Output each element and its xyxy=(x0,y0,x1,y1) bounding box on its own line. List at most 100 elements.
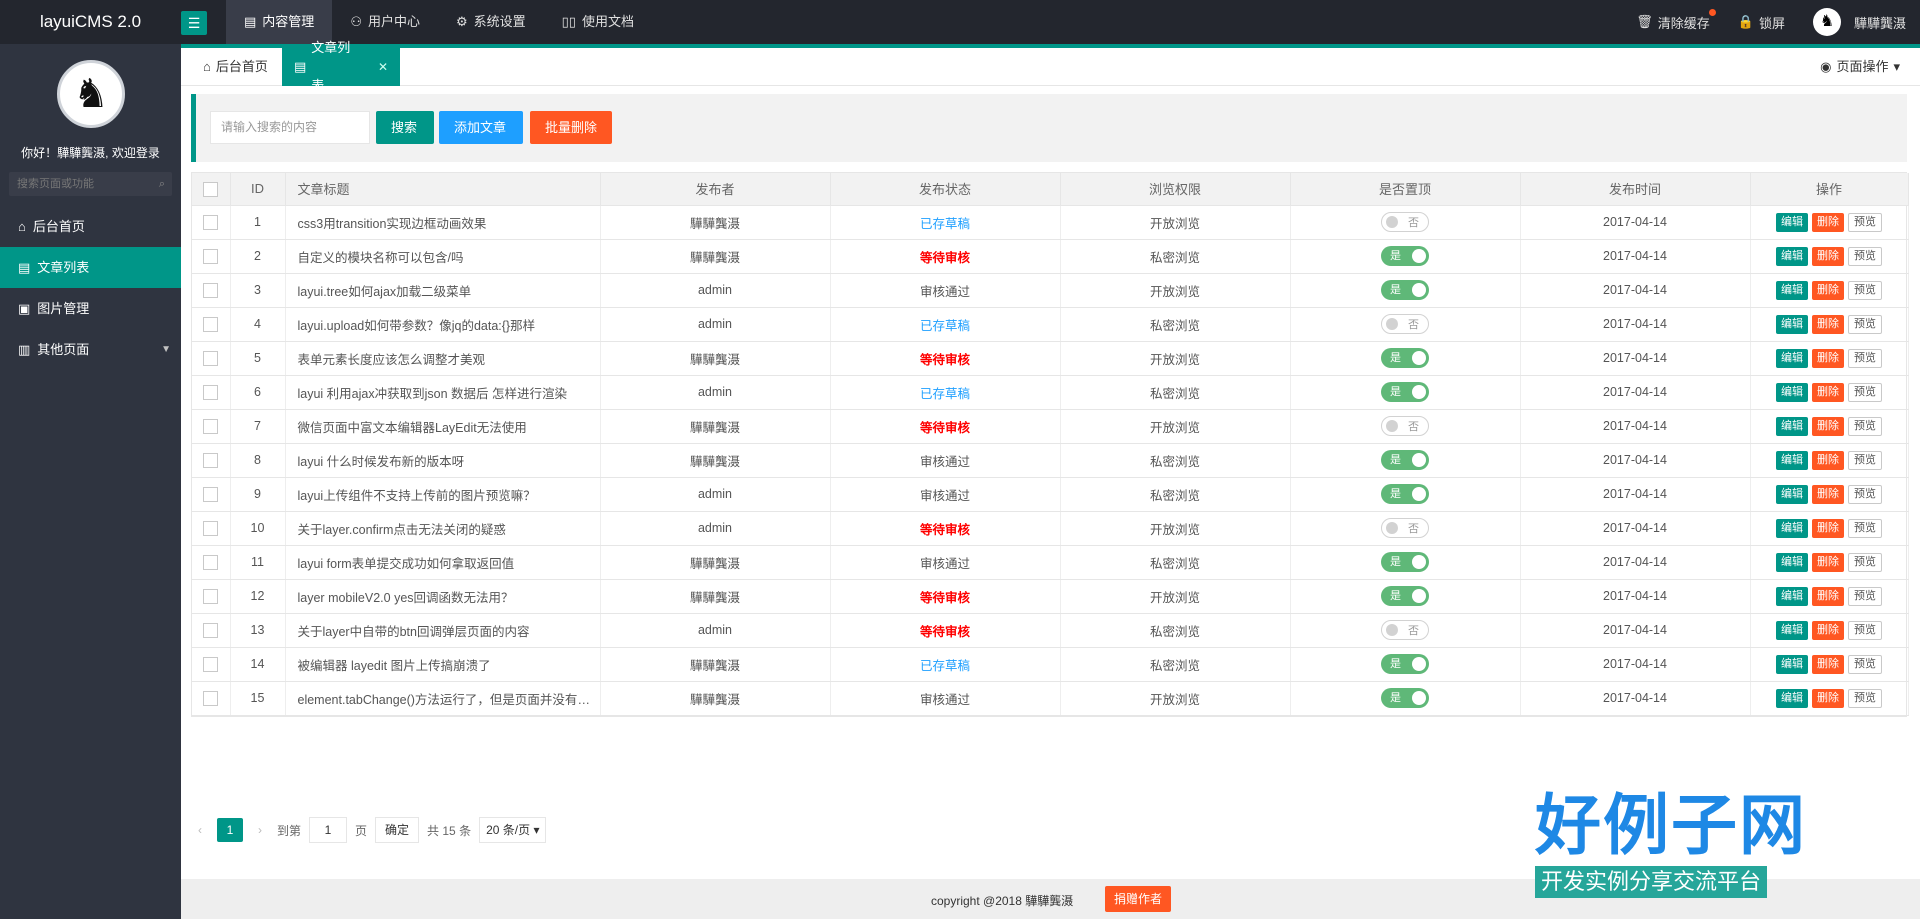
row-checkbox[interactable] xyxy=(203,486,219,502)
delete-button[interactable]: 删除 xyxy=(1812,348,1844,368)
edit-button[interactable]: 编辑 xyxy=(1776,382,1808,402)
pinned-toggle[interactable]: 是 xyxy=(1381,348,1429,368)
menu-toggle-button[interactable]: ☰ xyxy=(181,11,207,35)
delete-button[interactable]: 删除 xyxy=(1812,552,1844,572)
top-nav-docs[interactable]: ▯▯ 使用文档 xyxy=(544,0,652,44)
preview-button[interactable]: 预览 xyxy=(1848,654,1882,674)
pinned-toggle[interactable]: 是 xyxy=(1381,484,1429,504)
pinned-toggle[interactable]: 否 xyxy=(1381,314,1429,334)
tab-article-list[interactable]: ▤文章列表✕ xyxy=(282,40,400,93)
sidebar-search-input[interactable]: 搜索页面或功能 ⌕ xyxy=(9,172,172,196)
page-current[interactable]: 1 xyxy=(217,818,243,842)
pinned-toggle[interactable]: 否 xyxy=(1381,416,1429,436)
delete-button[interactable]: 删除 xyxy=(1812,620,1844,640)
pinned-toggle[interactable]: 是 xyxy=(1381,552,1429,572)
edit-button[interactable]: 编辑 xyxy=(1776,450,1808,470)
row-checkbox[interactable] xyxy=(203,554,219,570)
delete-button[interactable]: 删除 xyxy=(1812,654,1844,674)
pinned-toggle[interactable]: 是 xyxy=(1381,280,1429,300)
page-confirm-button[interactable]: 确定 xyxy=(375,817,420,843)
preview-button[interactable]: 预览 xyxy=(1848,552,1882,572)
preview-button[interactable]: 预览 xyxy=(1848,212,1882,232)
close-icon[interactable]: ✕ xyxy=(378,48,388,86)
batch-delete-button[interactable]: 批量删除 xyxy=(530,111,612,144)
edit-button[interactable]: 编辑 xyxy=(1776,416,1808,436)
delete-button[interactable]: 删除 xyxy=(1812,416,1844,436)
tab-home[interactable]: ⌂ 后台首页 xyxy=(191,48,280,86)
preview-button[interactable]: 预览 xyxy=(1848,280,1882,300)
page-operations-dropdown[interactable]: ◉ 页面操作 ▾ xyxy=(1820,48,1900,86)
row-checkbox[interactable] xyxy=(203,214,219,230)
preview-button[interactable]: 预览 xyxy=(1848,484,1882,504)
row-checkbox[interactable] xyxy=(203,520,219,536)
preview-button[interactable]: 预览 xyxy=(1848,348,1882,368)
edit-button[interactable]: 编辑 xyxy=(1776,654,1808,674)
delete-button[interactable]: 删除 xyxy=(1812,484,1844,504)
pinned-toggle[interactable]: 否 xyxy=(1381,212,1429,232)
user-menu[interactable]: ♞ 驊驊龔滠 xyxy=(1799,8,1920,36)
search-input[interactable]: 请输入搜索的内容 xyxy=(210,111,370,144)
donate-button[interactable]: 捐赠作者 xyxy=(1105,886,1172,912)
row-checkbox[interactable] xyxy=(203,316,219,332)
pinned-toggle[interactable]: 是 xyxy=(1381,382,1429,402)
edit-button[interactable]: 编辑 xyxy=(1776,484,1808,504)
select-all-checkbox[interactable] xyxy=(203,181,219,197)
edit-button[interactable]: 编辑 xyxy=(1776,620,1808,640)
delete-button[interactable]: 删除 xyxy=(1812,688,1844,708)
pinned-toggle[interactable]: 否 xyxy=(1381,620,1429,640)
top-nav-settings[interactable]: ⚙ 系统设置 xyxy=(438,0,544,44)
row-checkbox[interactable] xyxy=(203,282,219,298)
pinned-toggle[interactable]: 是 xyxy=(1381,688,1429,708)
pinned-toggle[interactable]: 是 xyxy=(1381,450,1429,470)
prev-page-icon[interactable]: ‹ xyxy=(191,823,209,837)
sidebar-item-home[interactable]: ⌂ 后台首页 xyxy=(0,206,181,247)
preview-button[interactable]: 预览 xyxy=(1848,450,1882,470)
next-page-icon[interactable]: › xyxy=(251,823,269,837)
search-button[interactable]: 搜索 xyxy=(376,111,434,144)
row-checkbox[interactable] xyxy=(203,350,219,366)
delete-button[interactable]: 删除 xyxy=(1812,280,1844,300)
delete-button[interactable]: 删除 xyxy=(1812,586,1844,606)
delete-button[interactable]: 删除 xyxy=(1812,212,1844,232)
pinned-toggle[interactable]: 是 xyxy=(1381,246,1429,266)
edit-button[interactable]: 编辑 xyxy=(1776,586,1808,606)
pinned-toggle[interactable]: 是 xyxy=(1381,654,1429,674)
delete-button[interactable]: 删除 xyxy=(1812,450,1844,470)
edit-button[interactable]: 编辑 xyxy=(1776,314,1808,334)
pinned-toggle[interactable]: 是 xyxy=(1381,586,1429,606)
preview-button[interactable]: 预览 xyxy=(1848,416,1882,436)
row-checkbox[interactable] xyxy=(203,418,219,434)
add-article-button[interactable]: 添加文章 xyxy=(439,111,523,144)
pinned-toggle[interactable]: 否 xyxy=(1381,518,1429,538)
preview-button[interactable]: 预览 xyxy=(1848,246,1882,266)
preview-button[interactable]: 预览 xyxy=(1848,518,1882,538)
clear-cache-button[interactable]: 🗑 清除缓存 xyxy=(1622,8,1724,32)
sidebar-item-article-list[interactable]: ▤ 文章列表 xyxy=(0,247,181,288)
preview-button[interactable]: 预览 xyxy=(1848,382,1882,402)
preview-button[interactable]: 预览 xyxy=(1848,314,1882,334)
row-checkbox[interactable] xyxy=(203,248,219,264)
preview-button[interactable]: 预览 xyxy=(1848,688,1882,708)
preview-button[interactable]: 预览 xyxy=(1848,620,1882,640)
sidebar-item-other-pages[interactable]: ▥ 其他页面 ▼ xyxy=(0,329,181,370)
delete-button[interactable]: 删除 xyxy=(1812,518,1844,538)
sidebar-item-images[interactable]: ▣ 图片管理 xyxy=(0,288,181,329)
row-checkbox[interactable] xyxy=(203,384,219,400)
row-checkbox[interactable] xyxy=(203,588,219,604)
search-icon[interactable]: ⌕ xyxy=(159,172,165,196)
page-number-input[interactable]: 1 xyxy=(309,817,348,843)
row-checkbox[interactable] xyxy=(203,452,219,468)
delete-button[interactable]: 删除 xyxy=(1812,246,1844,266)
row-checkbox[interactable] xyxy=(203,656,219,672)
delete-button[interactable]: 删除 xyxy=(1812,314,1844,334)
per-page-select[interactable]: 20 条/页 ▾ xyxy=(479,817,547,843)
edit-button[interactable]: 编辑 xyxy=(1776,246,1808,266)
delete-button[interactable]: 删除 xyxy=(1812,382,1844,402)
lock-screen-button[interactable]: 🔒 锁屏 xyxy=(1724,13,1799,32)
sidebar-avatar[interactable]: ♞ xyxy=(57,60,125,128)
edit-button[interactable]: 编辑 xyxy=(1776,348,1808,368)
edit-button[interactable]: 编辑 xyxy=(1776,518,1808,538)
edit-button[interactable]: 编辑 xyxy=(1776,688,1808,708)
edit-button[interactable]: 编辑 xyxy=(1776,280,1808,300)
row-checkbox[interactable] xyxy=(203,690,219,706)
